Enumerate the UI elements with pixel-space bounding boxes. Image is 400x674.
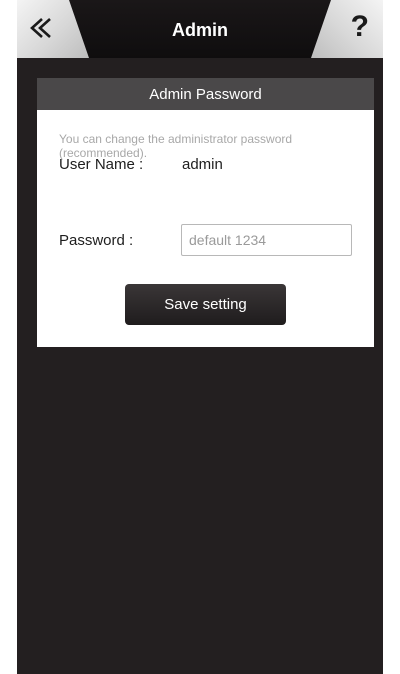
admin-password-panel: Admin Password You can change the admini…: [37, 78, 374, 347]
username-value: admin: [182, 156, 223, 173]
username-label: User Name :: [59, 156, 144, 173]
password-label: Password :: [59, 232, 134, 249]
panel-body: You can change the administrator passwor…: [37, 110, 374, 347]
top-bar: Admin ?: [17, 0, 383, 58]
password-input[interactable]: [181, 224, 352, 256]
save-setting-button[interactable]: Save setting: [125, 284, 286, 325]
back-button[interactable]: [17, 0, 89, 58]
help-button[interactable]: ?: [311, 0, 383, 58]
question-mark-icon: ?: [350, 10, 369, 43]
double-chevron-left-icon: [30, 18, 51, 38]
app-screen: Admin ? Admin Password You can change th…: [17, 0, 383, 674]
page-title: Admin: [172, 20, 228, 40]
section-title: Admin Password: [37, 78, 374, 110]
